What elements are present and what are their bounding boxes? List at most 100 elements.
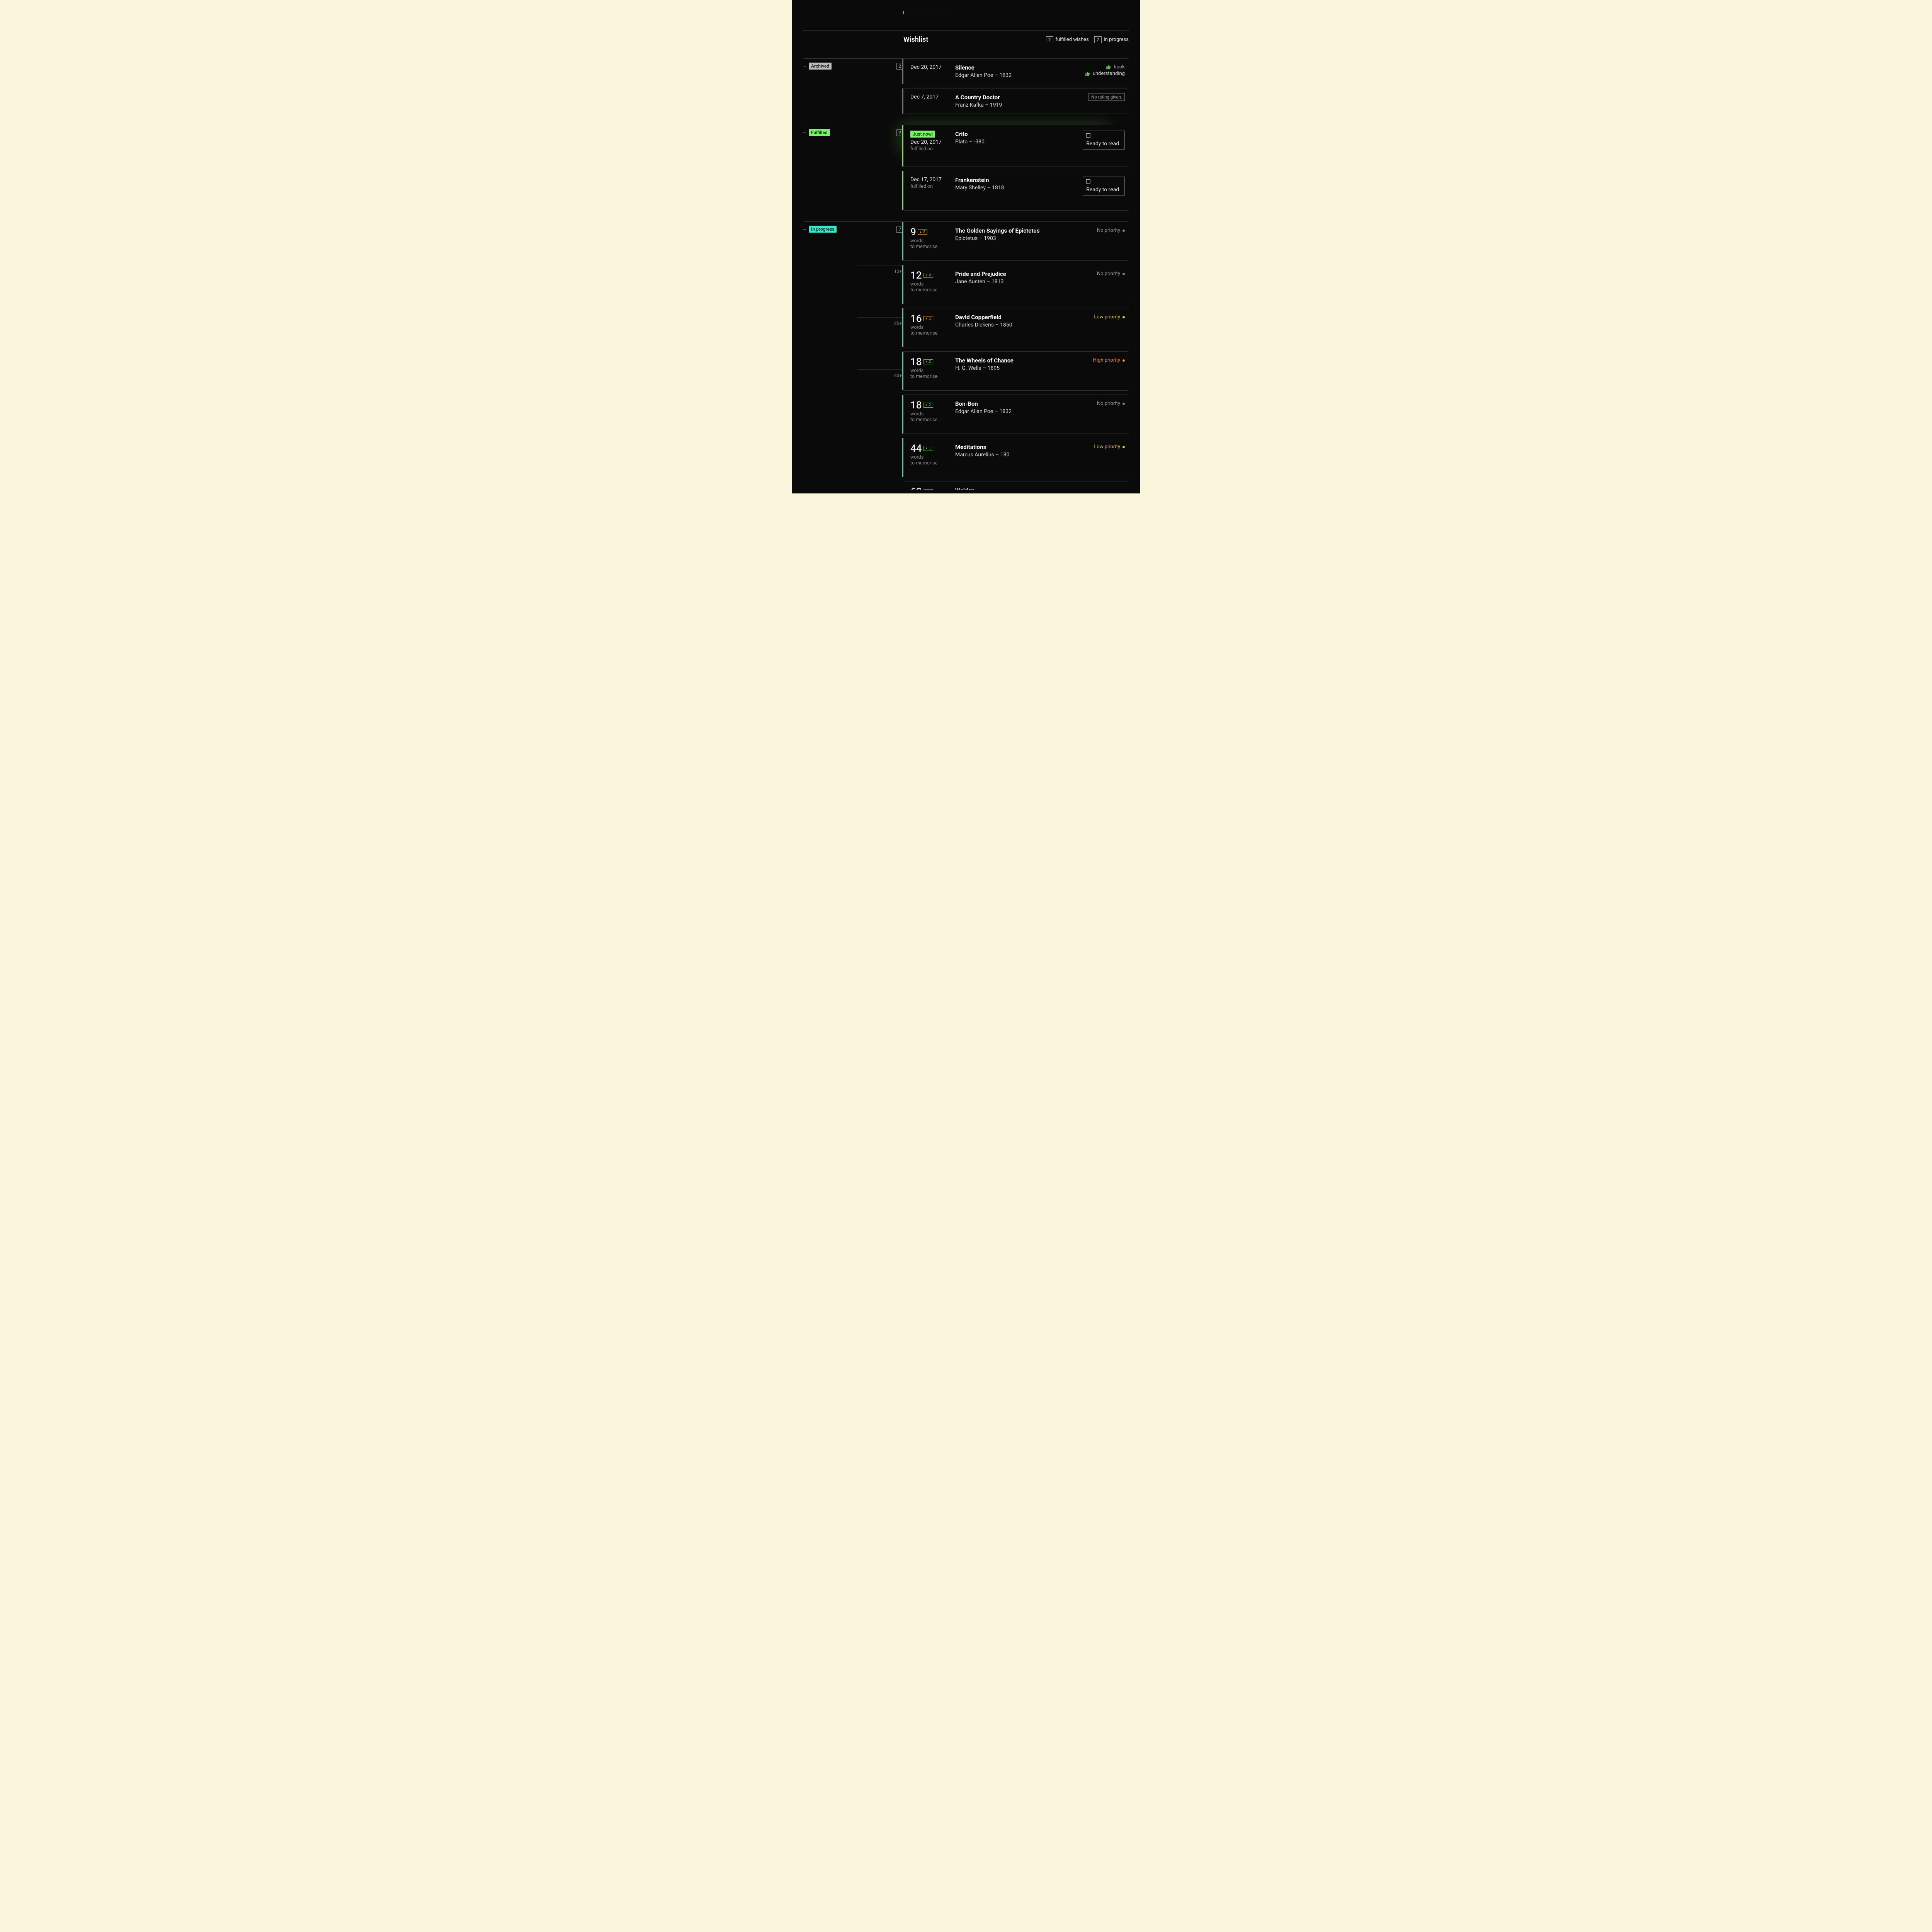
wish-card[interactable]: Just now!Dec 20, 2017fulfilled on CritoPl… — [903, 125, 1129, 167]
axis-tick: 25+ — [857, 317, 903, 326]
collapse-icon: – — [803, 130, 809, 136]
wish-card[interactable]: Dec 20, 2017SilenceEdgar Allan Poe – 183… — [903, 58, 1129, 84]
priority-badge: High priority — [1093, 357, 1125, 363]
wish-card[interactable]: Dec 17, 2017fulfilled onFrankensteinMary… — [903, 171, 1129, 211]
wish-card[interactable]: 18▾2 wordsto memorise Bon-BonEdgar Allan P… — [903, 395, 1129, 434]
page-title: Wishlist — [903, 36, 928, 44]
arrow-down-icon: ▾ — [925, 446, 928, 451]
wish-author: Edgar Allan Poe – 1832 — [955, 408, 1097, 415]
memorise-label: to memorise — [910, 374, 955, 379]
arrow-down-icon: ▾ — [925, 360, 928, 364]
wish-title: Crito — [955, 131, 1083, 138]
arrow-down-icon: ▾ — [925, 273, 928, 277]
memorise-label: to memorise — [910, 330, 955, 336]
inprogress-count: 7 — [1094, 36, 1102, 43]
priority-badge: No priority — [1097, 401, 1125, 406]
word-count: 18 — [910, 357, 922, 367]
words-label: words — [910, 368, 955, 374]
delta-badge: ▴2 — [918, 230, 927, 235]
section-archived[interactable]: – Archived 2 — [803, 58, 903, 70]
start-practising-button[interactable] — [903, 11, 955, 14]
wish-author: Plato – -380 — [955, 139, 1083, 145]
fulfilled-count-label: fulfilled wishes — [1056, 37, 1089, 43]
fulfilled-on-label: fulfilled on — [910, 184, 955, 189]
no-rating-badge: No rating given. — [1088, 93, 1125, 101]
arrow-up-icon: ▴ — [925, 316, 928, 321]
collapse-icon: – — [803, 226, 809, 232]
ready-label: Ready to read. — [1086, 141, 1121, 147]
wish-card[interactable]: 9▴2 wordsto memorise The Golden Sayings of… — [903, 221, 1129, 261]
section-progress-label: In progress — [809, 226, 837, 233]
axis-tick: 10+ — [857, 265, 903, 274]
wish-card[interactable]: 44▾1 wordsto memorise MeditationsMarcus Au… — [903, 438, 1129, 477]
wish-date: Dec 7, 2017 — [910, 94, 955, 100]
fulfilled-on-label: fulfilled on — [910, 146, 955, 152]
priority-dot-icon — [1122, 273, 1125, 275]
priority-dot-icon — [1122, 403, 1125, 405]
memorise-label: to memorise — [910, 460, 955, 466]
wish-title: Walden — [955, 487, 1125, 490]
wish-title: Bon-Bon — [955, 400, 1097, 407]
wish-card[interactable]: 62▾4wordsto memoriseWalden — [903, 481, 1129, 490]
priority-dot-icon — [1122, 446, 1125, 448]
wish-author: Epictetus – 1903 — [955, 235, 1097, 242]
ready-to-read-button[interactable]: Ready to read. — [1083, 177, 1125, 196]
wish-author: Edgar Allan Poe – 1832 — [955, 72, 1085, 78]
axis-tick: 50+ — [857, 369, 903, 378]
delta-badge: ▾1 — [923, 446, 933, 451]
word-count: 9 — [910, 227, 916, 237]
priority-badge: No priority — [1097, 271, 1125, 277]
wish-card[interactable]: 16▴1 wordsto memorise David CopperfieldCha… — [903, 308, 1129, 347]
wish-card[interactable]: Dec 7, 2017A Country DoctorFranz Kafka –… — [903, 88, 1129, 114]
wish-card[interactable]: 18▾2wordsto memoriseThe Wheels of Chance… — [903, 351, 1129, 391]
priority-badge: Low priority — [1094, 444, 1125, 450]
wish-card[interactable]: 12▾4wordsto memorisePride and PrejudiceJ… — [903, 265, 1129, 304]
wish-title: A Country Doctor — [955, 94, 1088, 101]
section-fulfilled[interactable]: – Fulfilled 2 — [803, 125, 903, 136]
word-count: 44 — [910, 444, 922, 454]
collapse-icon: – — [803, 63, 809, 69]
wish-author: Charles Dickens – 1850 — [955, 322, 1094, 328]
delta-badge: ▾4 — [923, 273, 933, 278]
wish-author: Franz Kafka – 1919 — [955, 102, 1088, 108]
words-label: words — [910, 281, 955, 287]
memorise-label: to memorise — [910, 244, 955, 250]
delta-badge: ▴1 — [923, 316, 933, 321]
priority-dot-icon — [1122, 359, 1125, 362]
wish-title: Silence — [955, 64, 1085, 71]
wish-date: Dec 17, 2017 — [910, 177, 955, 183]
arrow-up-icon: ▴ — [920, 230, 922, 234]
section-archived-label: Archived — [809, 63, 832, 70]
rating-label: understanding — [1093, 71, 1125, 77]
memorise-label: to memorise — [910, 417, 955, 423]
thumbs-up-icon — [1106, 65, 1111, 70]
words-label: words — [910, 454, 955, 460]
wish-author: Jane Austen – 1813 — [955, 279, 1097, 285]
wish-date: Dec 20, 2017 — [910, 139, 955, 145]
delta-badge: ▾2 — [923, 403, 933, 408]
wish-title: David Copperfield — [955, 314, 1094, 321]
rating-label: book — [1114, 64, 1125, 70]
words-label: words — [910, 325, 955, 330]
words-label: words — [910, 238, 955, 244]
wish-title: The Golden Sayings of Epictetus — [955, 227, 1097, 234]
wish-date: Dec 20, 2017 — [910, 64, 955, 70]
section-progress[interactable]: – In progress 7 — [803, 221, 903, 233]
wish-author: Marcus Aurelius – 180 — [955, 452, 1094, 458]
words-label: words — [910, 411, 955, 417]
priority-dot-icon — [1122, 230, 1125, 232]
ready-to-read-button[interactable]: Ready to read. — [1083, 131, 1125, 150]
wish-title: Meditations — [955, 444, 1094, 451]
wish-title: The Wheels of Chance — [955, 357, 1093, 364]
checkbox-icon — [1086, 179, 1090, 184]
word-count: 16 — [910, 314, 922, 324]
priority-dot-icon — [1122, 316, 1125, 318]
wish-title: Pride and Prejudice — [955, 270, 1097, 277]
just-now-badge: Just now! — [910, 131, 935, 138]
thumbs-up-icon — [1085, 71, 1090, 77]
section-fulfilled-label: Fulfilled — [809, 129, 830, 136]
arrow-down-icon: ▾ — [925, 403, 928, 407]
word-count: 12 — [910, 270, 922, 281]
wish-author: H. G. Wells – 1895 — [955, 365, 1093, 371]
word-count: 18 — [910, 400, 922, 410]
